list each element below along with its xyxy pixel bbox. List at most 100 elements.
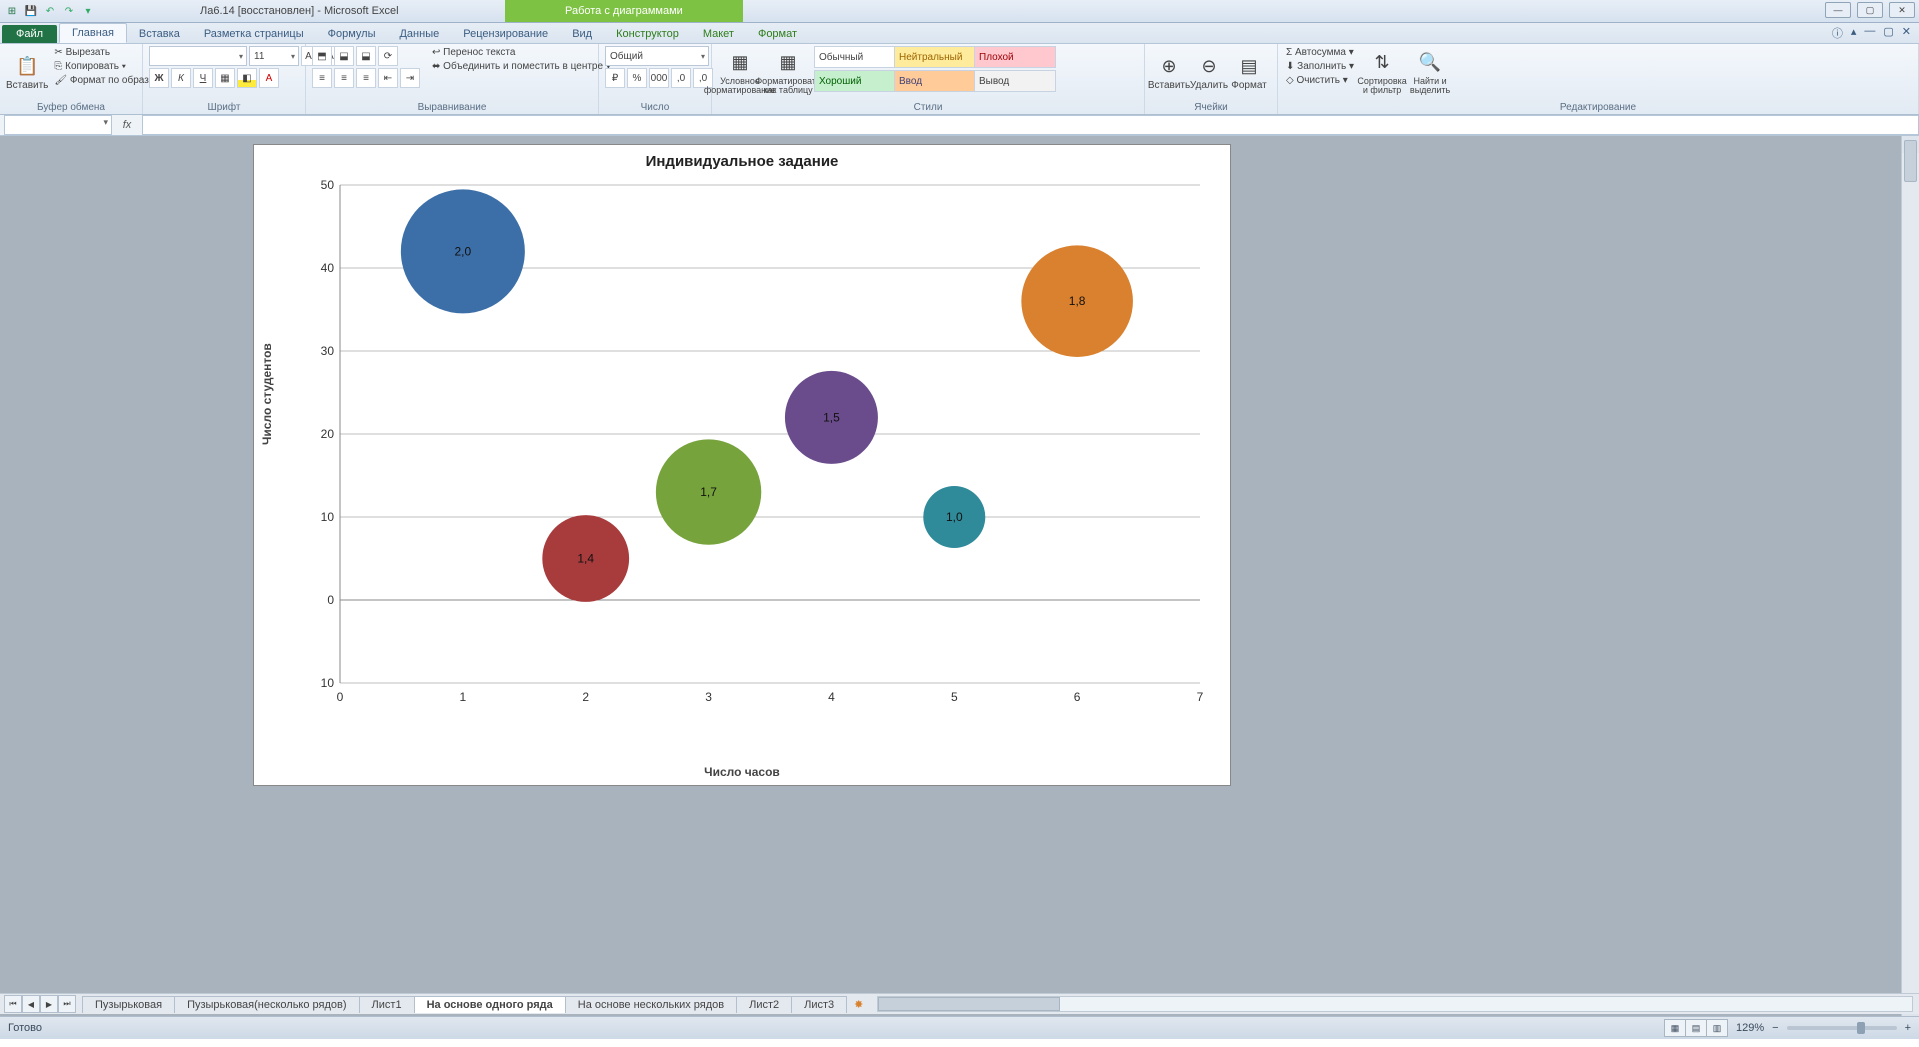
vertical-scrollbar[interactable]: ▲ ▼ xyxy=(1901,136,1919,1016)
fill-button[interactable]: ⬇ Заполнить ▾ xyxy=(1284,60,1356,73)
underline-button[interactable]: Ч xyxy=(193,68,213,88)
style-output[interactable]: Вывод xyxy=(974,70,1056,92)
sheet-tab[interactable]: Лист2 xyxy=(736,996,792,1013)
view-normal-icon[interactable]: ▦ xyxy=(1664,1019,1686,1037)
doc-minimize-icon[interactable]: — xyxy=(1864,25,1875,41)
tab-home[interactable]: Главная xyxy=(59,23,127,43)
chart-title[interactable]: Индивидуальное задание xyxy=(254,145,1230,174)
tab-view[interactable]: Вид xyxy=(560,25,604,43)
sheet-nav-next[interactable]: ▶ xyxy=(40,995,58,1013)
zoom-level[interactable]: 129% xyxy=(1736,1022,1764,1034)
style-neutral[interactable]: Нейтральный xyxy=(894,46,976,68)
view-buttons[interactable]: ▦▤▥ xyxy=(1665,1019,1728,1037)
svg-text:2: 2 xyxy=(582,690,589,704)
paste-button[interactable]: 📋Вставить xyxy=(6,46,48,100)
tab-file[interactable]: Файл xyxy=(2,25,57,43)
tab-review[interactable]: Рецензирование xyxy=(451,25,560,43)
zoom-out-button[interactable]: − xyxy=(1772,1022,1778,1034)
doc-restore-icon[interactable]: ▢ xyxy=(1883,25,1893,41)
undo-icon[interactable]: ↶ xyxy=(42,3,58,19)
currency-icon[interactable]: ₽ xyxy=(605,68,625,88)
new-sheet-icon[interactable]: ✸ xyxy=(846,998,871,1011)
fx-icon[interactable]: fx xyxy=(112,119,142,131)
hscroll-thumb[interactable] xyxy=(878,997,1060,1011)
zoom-in-button[interactable]: + xyxy=(1905,1022,1911,1034)
font-color-button[interactable]: A xyxy=(259,68,279,88)
sort-filter-button[interactable]: ⇅Сортировка и фильтр xyxy=(1360,46,1404,100)
align-right-icon[interactable]: ≡ xyxy=(356,68,376,88)
tab-data[interactable]: Данные xyxy=(387,25,451,43)
sheet-tab[interactable]: На основе одного ряда xyxy=(414,996,566,1013)
style-normal[interactable]: Обычный xyxy=(814,46,896,68)
zoom-slider[interactable] xyxy=(1787,1026,1897,1030)
y-axis-label[interactable]: Число студентов xyxy=(260,343,274,445)
help-icon[interactable]: ⓘ xyxy=(1832,25,1843,41)
font-size-select[interactable]: 11 xyxy=(249,46,299,66)
name-box[interactable] xyxy=(4,115,112,135)
style-good[interactable]: Хороший xyxy=(814,70,896,92)
number-format-select[interactable]: Общий xyxy=(605,46,709,66)
wrap-text-button[interactable]: ↩ Перенос текста xyxy=(430,46,613,59)
tab-layout[interactable]: Макет xyxy=(691,25,746,43)
format-cells-button[interactable]: ▤Формат xyxy=(1231,46,1267,100)
orientation-icon[interactable]: ⟳ xyxy=(378,46,398,66)
style-input[interactable]: Ввод xyxy=(894,70,976,92)
tab-design[interactable]: Конструктор xyxy=(604,25,691,43)
minimize-ribbon-icon[interactable]: ▴ xyxy=(1851,25,1857,41)
sheet-nav-first[interactable]: ⏮ xyxy=(4,995,22,1013)
plot-area[interactable]: -1001020304050012345672,01,41,71,51,01,8 xyxy=(320,179,1210,739)
sheet-nav-last[interactable]: ⏭ xyxy=(58,995,76,1013)
minimize-button[interactable]: — xyxy=(1825,2,1851,18)
align-center-icon[interactable]: ≡ xyxy=(334,68,354,88)
vscroll-thumb[interactable] xyxy=(1904,140,1917,182)
sheet-tab[interactable]: Пузырьковая(несколько рядов) xyxy=(174,996,359,1013)
clear-button[interactable]: ◇ Очистить ▾ xyxy=(1284,74,1356,87)
increase-decimal-icon[interactable]: ,0 xyxy=(671,68,691,88)
formula-input[interactable] xyxy=(142,115,1919,135)
bold-button[interactable]: Ж xyxy=(149,68,169,88)
qat-dropdown-icon[interactable]: ▾ xyxy=(80,3,96,19)
sheet-tab[interactable]: Лист3 xyxy=(791,996,847,1013)
align-top-icon[interactable]: ⬒ xyxy=(312,46,332,66)
fill-color-button[interactable]: ◧ xyxy=(237,68,257,88)
view-pagebreak-icon[interactable]: ▥ xyxy=(1706,1019,1728,1037)
horizontal-scrollbar[interactable] xyxy=(877,996,1913,1012)
sheet-tab[interactable]: Лист1 xyxy=(359,996,415,1013)
thousands-icon[interactable]: 000 xyxy=(649,68,669,88)
delete-cells-button[interactable]: ⊖Удалить xyxy=(1191,46,1227,100)
insert-cells-button[interactable]: ⊕Вставить xyxy=(1151,46,1187,100)
doc-close-icon[interactable]: ✕ xyxy=(1902,25,1911,41)
svg-text:-10: -10 xyxy=(320,676,334,690)
chart-object[interactable]: Индивидуальное задание Число студентов Ч… xyxy=(253,144,1231,786)
maximize-button[interactable]: ▢ xyxy=(1857,2,1883,18)
close-button[interactable]: ✕ xyxy=(1889,2,1915,18)
find-select-button[interactable]: 🔍Найти и выделить xyxy=(1408,46,1452,100)
format-label: Формат xyxy=(1231,81,1267,92)
align-bottom-icon[interactable]: ⬓ xyxy=(356,46,376,66)
border-button[interactable]: ▦ xyxy=(215,68,235,88)
decrease-indent-icon[interactable]: ⇤ xyxy=(378,68,398,88)
tab-formulas[interactable]: Формулы xyxy=(316,25,388,43)
cell-styles-gallery[interactable]: Обычный Нейтральный Плохой Хороший Ввод … xyxy=(814,46,1052,92)
align-middle-icon[interactable]: ⬓ xyxy=(334,46,354,66)
sheet-nav-prev[interactable]: ◀ xyxy=(22,995,40,1013)
format-as-table-button[interactable]: ▦Форматировать как таблицу xyxy=(766,46,810,100)
x-axis-label[interactable]: Число часов xyxy=(254,765,1230,779)
style-bad[interactable]: Плохой xyxy=(974,46,1056,68)
italic-button[interactable]: К xyxy=(171,68,191,88)
tab-insert[interactable]: Вставка xyxy=(127,25,192,43)
save-icon[interactable]: 💾 xyxy=(23,3,39,19)
autosum-button[interactable]: Σ Автосумма ▾ xyxy=(1284,46,1356,59)
sheet-tab[interactable]: На основе нескольких рядов xyxy=(565,996,737,1013)
redo-icon[interactable]: ↷ xyxy=(61,3,77,19)
sheet-tab[interactable]: Пузырьковая xyxy=(82,996,175,1013)
tab-format[interactable]: Формат xyxy=(746,25,809,43)
view-layout-icon[interactable]: ▤ xyxy=(1685,1019,1707,1037)
percent-icon[interactable]: % xyxy=(627,68,647,88)
align-left-icon[interactable]: ≡ xyxy=(312,68,332,88)
tab-page-layout[interactable]: Разметка страницы xyxy=(192,25,316,43)
merge-center-button[interactable]: ⬌ Объединить и поместить в центре ▾ xyxy=(430,60,613,73)
zoom-thumb[interactable] xyxy=(1857,1022,1865,1034)
increase-indent-icon[interactable]: ⇥ xyxy=(400,68,420,88)
font-family-select[interactable] xyxy=(149,46,247,66)
